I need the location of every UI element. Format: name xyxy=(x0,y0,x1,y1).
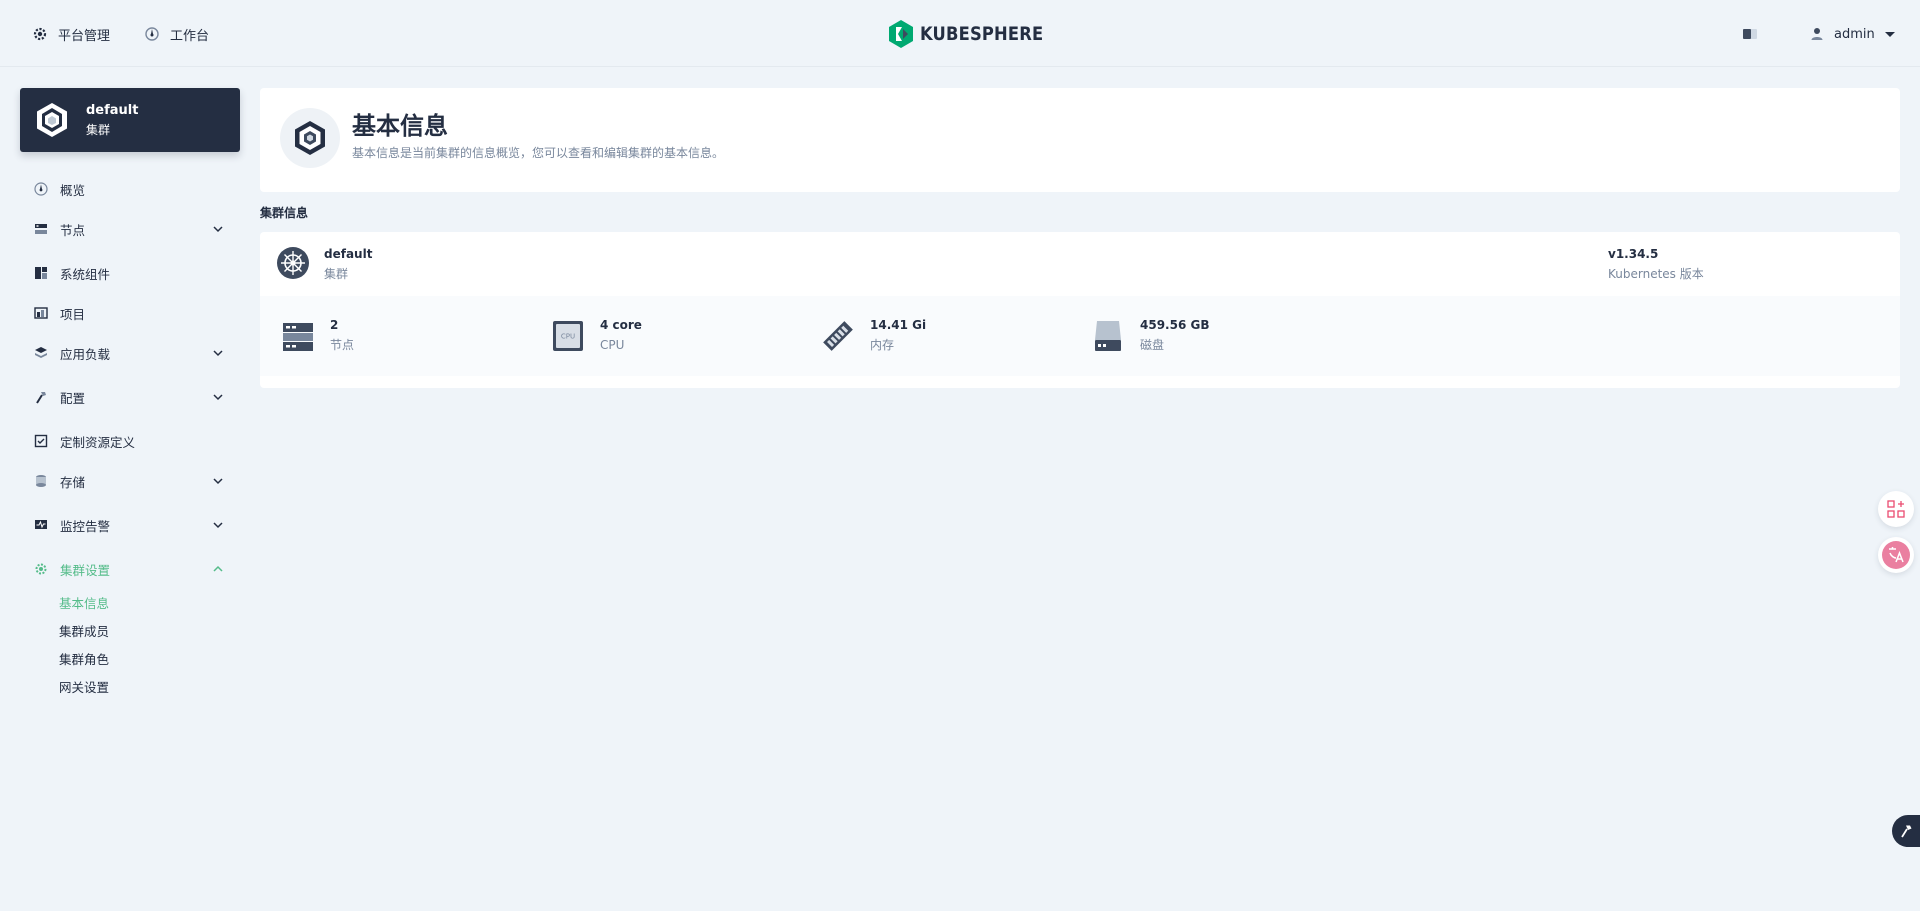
cluster-info-card: default 集群 v1.34.5 Kubernetes 版本 2 节点 CP… xyxy=(260,232,1900,388)
sidebar-subitem-gateway-settings[interactable]: 网关设置 xyxy=(59,679,109,697)
memory-icon xyxy=(823,321,853,351)
components-icon xyxy=(35,267,47,279)
sidebar-item-workloads[interactable]: 应用负载 xyxy=(34,342,230,364)
cluster-info-type: 集群 xyxy=(324,267,349,281)
gear-icon xyxy=(35,563,47,575)
sidebar-item-label: 项目 xyxy=(60,306,86,322)
stat-memory-label: 内存 xyxy=(870,338,895,352)
stat-disk-value: 459.56 GB xyxy=(1140,318,1210,332)
disk-icon xyxy=(1095,321,1121,351)
kubernetes-icon xyxy=(277,247,309,279)
sidebar-item-label: 系统组件 xyxy=(60,266,111,282)
sidebar-item-projects[interactable]: 项目 xyxy=(34,302,230,324)
sidebar-item-label: 概览 xyxy=(60,182,86,198)
app-store-button[interactable] xyxy=(1878,491,1914,527)
sidebar-item-nodes[interactable]: 节点 xyxy=(34,218,230,240)
cluster-info-header: default 集群 v1.34.5 Kubernetes 版本 xyxy=(260,232,1900,296)
caret-down-icon xyxy=(1884,32,1895,37)
stat-nodes-label: 节点 xyxy=(330,338,355,352)
workbench-link[interactable]: 工作台 xyxy=(144,24,209,44)
server-icon xyxy=(283,323,313,351)
sidebar-item-label: 集群设置 xyxy=(60,562,111,578)
sidebar-subitem-cluster-roles[interactable]: 集群角色 xyxy=(59,651,109,669)
cluster-name: default xyxy=(86,103,139,118)
chevron-down-icon xyxy=(213,478,223,485)
stat-nodes-value: 2 xyxy=(330,318,339,332)
nodes-icon xyxy=(35,224,47,234)
sidebar-item-crd[interactable]: 定制资源定义 xyxy=(34,430,230,452)
apps-add-icon xyxy=(1887,500,1905,518)
sidebar-subitem-basic-info[interactable]: 基本信息 xyxy=(59,595,109,613)
dashboard-icon xyxy=(145,27,159,41)
page-description: 基本信息是当前集群的信息概览，您可以查看和编辑集群的基本信息。 xyxy=(352,146,725,160)
sidebar-subitem-cluster-members[interactable]: 集群成员 xyxy=(59,623,109,641)
storage-icon xyxy=(36,475,46,487)
kubernetes-version: v1.34.5 xyxy=(1608,247,1659,261)
crd-icon xyxy=(34,434,48,448)
cluster-stats: 2 节点 CPU 4 core CPU 14.41 Gi 内存 459.56 G… xyxy=(260,296,1900,376)
cluster-logo-icon xyxy=(37,103,67,137)
user-menu[interactable]: admin xyxy=(1810,24,1895,44)
theme-toggle-icon[interactable] xyxy=(1742,26,1758,42)
workbench-label: 工作台 xyxy=(170,28,210,44)
cpu-icon: CPU xyxy=(553,321,583,351)
stat-memory-value: 14.41 Gi xyxy=(870,318,927,332)
username: admin xyxy=(1834,26,1875,42)
workload-icon xyxy=(35,347,47,358)
config-icon xyxy=(36,392,46,404)
stat-cpu-label: CPU xyxy=(600,338,625,352)
stat-disk-label: 磁盘 xyxy=(1140,338,1165,352)
cpu-chip-text: CPU xyxy=(561,333,575,341)
user-icon xyxy=(1811,28,1823,40)
sidebar-item-overview[interactable]: 概览 xyxy=(34,178,230,200)
kubesphere-logo-icon xyxy=(889,20,913,48)
platform-management-label: 平台管理 xyxy=(58,28,111,44)
hammer-icon xyxy=(1901,825,1912,838)
sidebar-item-label: 节点 xyxy=(60,222,86,238)
kubesphere-logo[interactable]: KUBESPHERE xyxy=(888,20,1063,48)
sidebar-item-label: 定制资源定义 xyxy=(60,434,136,450)
gear-icon xyxy=(33,27,47,41)
chevron-down-icon xyxy=(213,394,223,401)
sidebar-item-monitoring[interactable]: 监控告警 xyxy=(34,514,230,536)
sidebar-item-label: 配置 xyxy=(60,390,86,406)
chevron-down-icon xyxy=(213,226,223,233)
monitoring-icon xyxy=(35,520,47,529)
platform-management-link[interactable]: 平台管理 xyxy=(32,24,110,44)
page-header-icon xyxy=(280,108,340,168)
sidebar-item-config[interactable]: 配置 xyxy=(34,386,230,408)
project-icon xyxy=(34,307,48,319)
sidebar-item-label: 应用负载 xyxy=(60,346,111,362)
sidebar-item-cluster-settings[interactable]: 集群设置 xyxy=(34,558,230,580)
chevron-down-icon xyxy=(213,350,223,357)
cluster-hexagon-icon xyxy=(295,121,325,155)
toolbox-button[interactable] xyxy=(1892,815,1920,847)
translate-icon xyxy=(1882,541,1910,569)
sidebar-item-components[interactable]: 系统组件 xyxy=(34,262,230,284)
cluster-info-name: default xyxy=(324,247,373,261)
page-title: 基本信息 xyxy=(352,112,448,140)
sidebar-item-label: 监控告警 xyxy=(60,518,111,534)
cluster-type: 集群 xyxy=(86,123,111,137)
top-bar: 平台管理 工作台 KUBESPHERE admin xyxy=(0,0,1920,67)
language-button[interactable] xyxy=(1878,537,1914,573)
cluster-switcher[interactable]: default 集群 xyxy=(20,88,240,152)
sidebar-item-storage[interactable]: 存储 xyxy=(34,470,230,492)
chevron-up-icon xyxy=(213,565,223,572)
brand-name: KUBESPHERE xyxy=(920,23,1044,45)
kubernetes-version-label: Kubernetes 版本 xyxy=(1608,267,1704,281)
chevron-down-icon xyxy=(213,522,223,529)
section-title: 集群信息 xyxy=(260,206,309,220)
stat-cpu-value: 4 core xyxy=(600,318,642,332)
sidebar-item-label: 存储 xyxy=(60,474,86,490)
dashboard-icon xyxy=(34,182,48,196)
page-header: 基本信息 基本信息是当前集群的信息概览，您可以查看和编辑集群的基本信息。 xyxy=(260,88,1900,192)
